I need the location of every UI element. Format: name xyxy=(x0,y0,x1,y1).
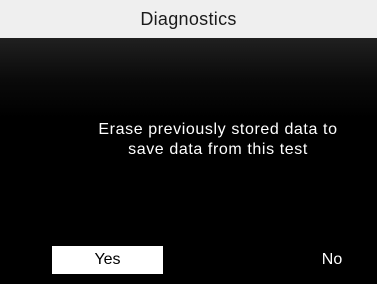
dialog-message-line-2: save data from this test xyxy=(128,141,308,158)
dialog-message: Erase previously stored data to save dat… xyxy=(70,120,366,160)
button-row: Yes No xyxy=(0,246,377,284)
no-button[interactable]: No xyxy=(296,246,368,274)
dialog-content: Erase previously stored data to save dat… xyxy=(0,38,377,246)
title-bar: Diagnostics xyxy=(0,0,377,38)
device-screen: Diagnostics Erase previously stored data… xyxy=(0,0,377,284)
dialog-message-line-1: Erase previously stored data to xyxy=(98,121,338,138)
page-title: Diagnostics xyxy=(140,8,237,29)
yes-button[interactable]: Yes xyxy=(52,246,163,274)
